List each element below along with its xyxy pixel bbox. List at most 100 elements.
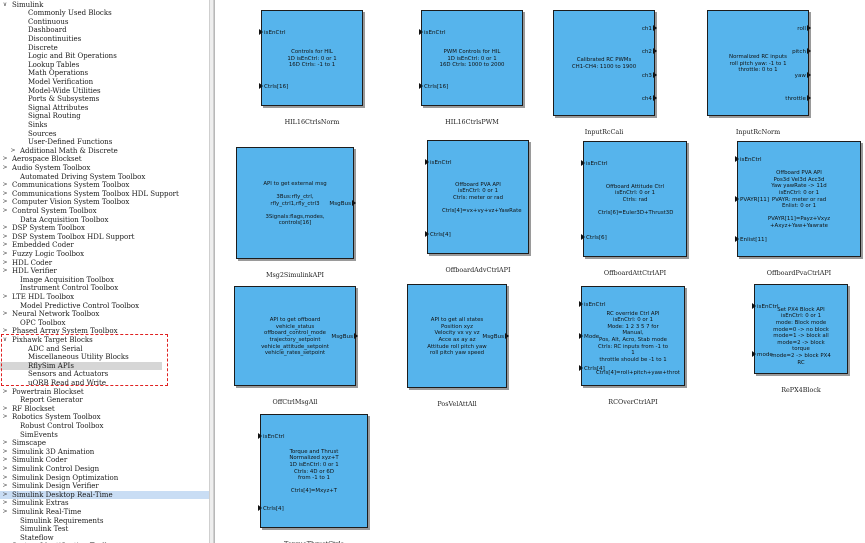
collapsed-arrow-icon[interactable]: >: [1, 465, 9, 474]
tree-item[interactable]: Model Verification: [0, 78, 210, 87]
tree-item[interactable]: Commonly Used Blocks: [0, 9, 210, 18]
block-InputRcNorm[interactable]: Normalized RC inputs roll pitch yaw: -1 …: [707, 10, 809, 116]
output-port[interactable]: ch2: [642, 48, 657, 56]
tree-item[interactable]: > Aerospace Blockset: [0, 155, 210, 164]
input-port[interactable]: isEnCtrl: [735, 156, 762, 164]
tree-item[interactable]: > DSP System Toolbox HDL Support: [0, 233, 210, 242]
tree-item[interactable]: OPC Toolbox: [0, 319, 210, 328]
output-port[interactable]: yaw: [795, 72, 811, 80]
collapsed-arrow-icon[interactable]: >: [1, 190, 9, 199]
tree-item[interactable]: Discrete: [0, 44, 210, 53]
collapsed-arrow-icon[interactable]: >: [1, 456, 9, 465]
tree-item[interactable]: > Fuzzy Logic Toolbox: [0, 250, 210, 259]
tree-item[interactable]: > DSP System Toolbox: [0, 224, 210, 233]
input-port[interactable]: Ctrls[4]: [425, 231, 451, 239]
input-port[interactable]: PVAYR[11]: [735, 196, 769, 204]
output-port[interactable]: pitch: [792, 48, 811, 56]
output-port[interactable]: MsgBus: [329, 200, 356, 208]
tree-item[interactable]: > Simulink Design Optimization: [0, 474, 210, 483]
collapsed-arrow-icon[interactable]: >: [1, 413, 9, 422]
tree-item[interactable]: > Simulink 3D Animation: [0, 448, 210, 457]
input-port[interactable]: isEnCtrl: [425, 159, 452, 167]
collapsed-arrow-icon[interactable]: >: [1, 448, 9, 457]
input-port[interactable]: isEnCtrl: [752, 303, 779, 311]
tree-item[interactable]: > Control System Toolbox: [0, 207, 210, 216]
collapsed-arrow-icon[interactable]: >: [1, 198, 9, 207]
tree-item[interactable]: Dashboard: [0, 26, 210, 35]
collapsed-arrow-icon[interactable]: >: [1, 233, 9, 242]
tree-item[interactable]: User-Defined Functions: [0, 138, 210, 147]
input-port[interactable]: isEnCtrl: [581, 160, 608, 168]
collapsed-arrow-icon[interactable]: >: [1, 250, 9, 259]
tree-item[interactable]: Image Acquisition Toolbox: [0, 276, 210, 285]
collapsed-arrow-icon[interactable]: >: [1, 267, 9, 276]
input-port[interactable]: Ctrls[4]: [258, 505, 284, 513]
collapsed-arrow-icon[interactable]: >: [1, 259, 9, 268]
collapsed-arrow-icon[interactable]: >: [1, 155, 9, 164]
block-HIL16CtrlsPWM[interactable]: PWM Controls for HIL 1D isEnCtrl: 0 or 1…: [421, 10, 523, 106]
input-port[interactable]: Ctrls[16]: [259, 83, 288, 91]
tree-item[interactable]: > Simulink Coder: [0, 456, 210, 465]
block-RePX4Block[interactable]: Set PX4 Block API isEnCtrl: 0 or 1 mode:…: [754, 284, 848, 374]
tree-item[interactable]: Automated Driving System Toolbox: [0, 173, 210, 182]
tree-item[interactable]: Sources: [0, 130, 210, 139]
tree-item[interactable]: > RF Blockset: [0, 405, 210, 414]
tree-item[interactable]: Data Acquisition Toolbox: [0, 216, 210, 225]
tree-item[interactable]: Signal Attributes: [0, 104, 210, 113]
tree-item[interactable]: > Simulink Design Verifier: [0, 482, 210, 491]
tree-item[interactable]: > Embedded Coder: [0, 241, 210, 250]
collapsed-arrow-icon[interactable]: >: [1, 207, 9, 216]
input-port[interactable]: isEnCtrl: [259, 29, 286, 37]
input-port[interactable]: Enlist[11]: [735, 236, 767, 244]
tree-item[interactable]: > Simulink Desktop Real-Time: [0, 490, 210, 500]
tree-item[interactable]: SimEvents: [0, 431, 210, 440]
output-port[interactable]: MsgBus: [331, 333, 358, 341]
tree-item[interactable]: > Robotics System Toolbox: [0, 413, 210, 422]
tree-item[interactable]: > Neural Network Toolbox: [0, 310, 210, 319]
block-InputRcCali[interactable]: Calibrated RC PWMs CH1-CH4: 1100 to 1900…: [553, 10, 655, 116]
input-port[interactable]: isEnCtrl: [419, 29, 446, 37]
tree-item[interactable]: Model-Wide Utilities: [0, 87, 210, 96]
collapsed-arrow-icon[interactable]: >: [1, 499, 9, 508]
output-port[interactable]: throttle: [785, 95, 811, 103]
tree-item[interactable]: Model Predictive Control Toolbox: [0, 302, 210, 311]
output-port[interactable]: MsgBus: [482, 333, 509, 341]
input-port[interactable]: mode: [752, 351, 773, 359]
collapsed-arrow-icon[interactable]: >: [1, 310, 9, 319]
input-port[interactable]: Ctrls[4]: [579, 365, 605, 373]
collapsed-arrow-icon[interactable]: >: [1, 405, 9, 414]
tree-item[interactable]: > Computer Vision System Toolbox: [0, 198, 210, 207]
collapsed-arrow-icon[interactable]: >: [1, 388, 9, 397]
tree-item[interactable]: Report Generator: [0, 396, 210, 405]
input-port[interactable]: isEnCtrl: [579, 301, 606, 309]
collapsed-arrow-icon[interactable]: >: [1, 474, 9, 483]
collapsed-arrow-icon[interactable]: >: [1, 164, 9, 173]
tree-item[interactable]: > Communications System Toolbox HDL Suppo…: [0, 190, 210, 199]
output-port[interactable]: ch3: [642, 72, 657, 80]
block-Msg2SimulinkAPI[interactable]: API to get external msg 3Bus:rfly_ctrl, …: [236, 147, 354, 259]
tree-item[interactable]: > LTE HDL Toolbox: [0, 293, 210, 302]
tree-item[interactable]: > Simscape: [0, 439, 210, 448]
block-RCOverCtrlAPI[interactable]: RC override Ctrl API isEnCtrl: 0 or 1 Mo…: [581, 286, 685, 386]
block-OffboardAdvCtrlAPI[interactable]: Offboard PVA API isEnCtrl: 0 or 1 Ctrls:…: [427, 140, 529, 254]
collapsed-arrow-icon[interactable]: >: [1, 224, 9, 233]
tree-item[interactable]: Signal Routing: [0, 112, 210, 121]
expanded-arrow-icon[interactable]: ∨: [1, 1, 9, 10]
tree-item[interactable]: Robust Control Toolbox: [0, 422, 210, 431]
tree-item[interactable]: > Simulink Extras: [0, 499, 210, 508]
input-port[interactable]: Mode: [579, 333, 599, 341]
tree-item[interactable]: > Additional Math & Discrete: [0, 147, 210, 156]
tree-item[interactable]: Continuous: [0, 18, 210, 27]
tree-item[interactable]: > Simulink Real-Time: [0, 508, 210, 517]
collapsed-arrow-icon[interactable]: >: [1, 241, 9, 250]
collapsed-arrow-icon[interactable]: >: [1, 482, 9, 491]
tree-item[interactable]: Lookup Tables: [0, 61, 210, 70]
tree-item[interactable]: Ports & Subsystems: [0, 95, 210, 104]
collapsed-arrow-icon[interactable]: >: [1, 293, 9, 302]
tree-item[interactable]: > Powertrain Blockset: [0, 388, 210, 397]
block-OffCtrlMsgAll[interactable]: API to get offboard vehicle_status offbo…: [234, 286, 356, 386]
block-OffboardPvaCtrlAPI[interactable]: Offboard PVA API Pos3d Vel3d Acc3d Yaw y…: [737, 141, 861, 257]
block-OffboardAttCtrlAPI[interactable]: Offboard Attitude Ctrl isEnCtrl: 0 or 1 …: [583, 141, 687, 257]
tree-item[interactable]: Sinks: [0, 121, 210, 130]
tree-item[interactable]: Instrument Control Toolbox: [0, 284, 210, 293]
